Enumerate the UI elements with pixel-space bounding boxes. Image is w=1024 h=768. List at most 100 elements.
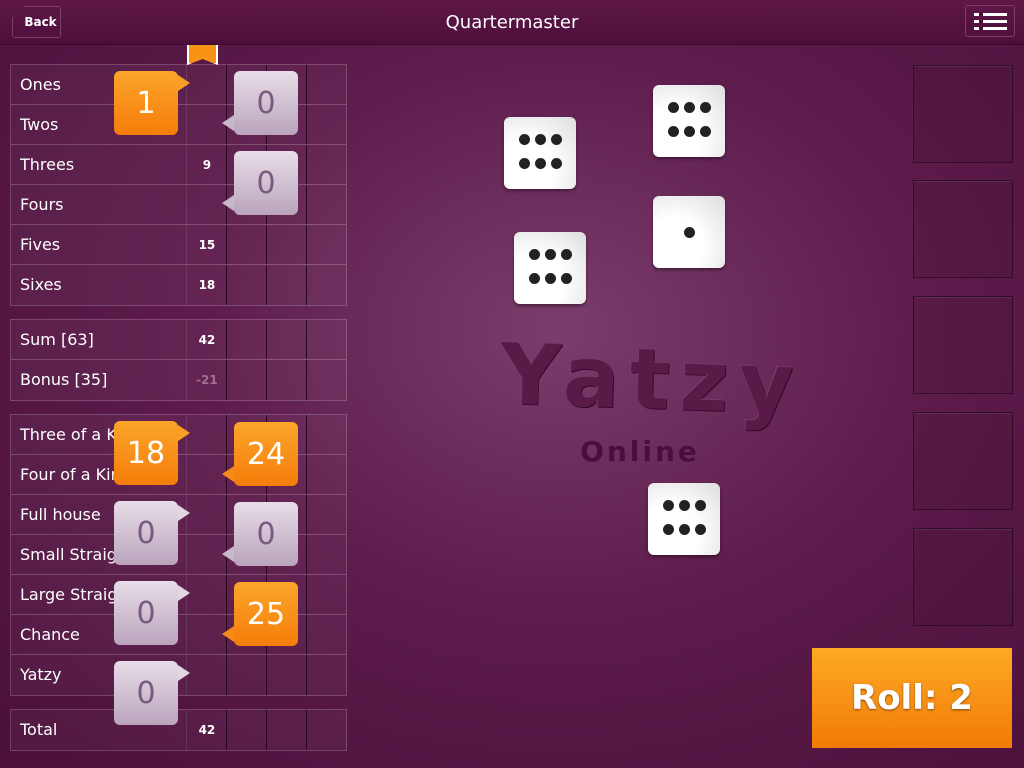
score-cell[interactable]: [306, 415, 346, 454]
score-row[interactable]: Total 42: [11, 710, 346, 750]
logo-yatzy: Yatzy: [498, 325, 806, 434]
score-cell[interactable]: [186, 575, 226, 614]
pip: [668, 102, 679, 113]
score-cell[interactable]: [266, 655, 306, 695]
score-cell[interactable]: [306, 655, 346, 695]
score-cell[interactable]: [306, 615, 346, 654]
score-suggestion-bubble[interactable]: 0: [222, 71, 298, 135]
score-suggestion-bubble[interactable]: 1: [114, 71, 190, 135]
score-cell[interactable]: 42: [186, 320, 226, 359]
pip: [684, 126, 695, 137]
score-cell[interactable]: [306, 225, 346, 264]
logo-online: Online: [580, 435, 700, 468]
score-cell[interactable]: [186, 415, 226, 454]
score-cell[interactable]: [186, 655, 226, 695]
score-cell[interactable]: [266, 710, 306, 750]
score-cell[interactable]: [306, 265, 346, 305]
score-cell[interactable]: [226, 320, 266, 359]
score-cell[interactable]: [186, 615, 226, 654]
score-cell[interactable]: [306, 495, 346, 534]
held-die-slot[interactable]: [913, 528, 1013, 626]
pip: [700, 126, 711, 137]
score-cell[interactable]: [226, 265, 266, 305]
row-label: Fours: [20, 195, 64, 214]
die-6-icon[interactable]: [504, 117, 576, 189]
die-6-icon[interactable]: [648, 483, 720, 555]
score-cell[interactable]: [306, 105, 346, 144]
score-suggestion-bubble[interactable]: 0: [222, 502, 298, 566]
pip: [700, 102, 711, 113]
score-cell[interactable]: [226, 710, 266, 750]
held-die-slot[interactable]: [913, 412, 1013, 510]
score-cell[interactable]: [226, 360, 266, 400]
bonus-section: Sum [63] 42 Bonus [35] -21: [10, 319, 347, 401]
pip: [545, 273, 556, 284]
menu-button[interactable]: [965, 5, 1015, 37]
score-cell[interactable]: [226, 225, 266, 264]
score-row[interactable]: Sum [63] 42: [11, 320, 346, 360]
score-cell[interactable]: [306, 360, 346, 400]
total-section: Total 42: [10, 709, 347, 751]
score-cell[interactable]: [266, 360, 306, 400]
score-suggestion-bubble[interactable]: 25: [222, 582, 298, 646]
roll-button[interactable]: Roll: 2: [812, 648, 1012, 748]
score-suggestion-bubble[interactable]: 18: [114, 421, 190, 485]
die-1-icon[interactable]: [653, 196, 725, 268]
score-suggestion-bubble[interactable]: 0: [222, 151, 298, 215]
held-die-slot[interactable]: [913, 180, 1013, 278]
score-cell[interactable]: [306, 535, 346, 574]
score-cell[interactable]: [306, 320, 346, 359]
pip: [561, 249, 572, 260]
pip: [679, 524, 690, 535]
score-cell[interactable]: [306, 710, 346, 750]
pip: [519, 134, 530, 145]
pip: [695, 524, 706, 535]
score-cell[interactable]: [306, 145, 346, 184]
score-cell[interactable]: [306, 575, 346, 614]
score-row[interactable]: Bonus [35] -21: [11, 360, 346, 400]
pip: [663, 524, 674, 535]
pip: [529, 249, 540, 260]
score-cell[interactable]: 18: [186, 265, 226, 305]
pip: [535, 134, 546, 145]
pip: [519, 158, 530, 169]
page-title: Quartermaster: [445, 12, 579, 33]
score-cell[interactable]: [186, 495, 226, 534]
score-cell[interactable]: [306, 455, 346, 494]
score-cell[interactable]: 42: [186, 710, 226, 750]
score-row[interactable]: Fives 15: [11, 225, 346, 265]
score-cell[interactable]: [266, 320, 306, 359]
score-cell[interactable]: 9: [186, 145, 226, 184]
held-die-slot[interactable]: [913, 65, 1013, 163]
pip: [684, 102, 695, 113]
score-cell[interactable]: [306, 65, 346, 104]
pip: [668, 126, 679, 137]
score-cell[interactable]: [306, 185, 346, 224]
pip: [551, 158, 562, 169]
score-cell[interactable]: -21: [186, 360, 226, 400]
score-cell[interactable]: [186, 65, 226, 104]
score-cell[interactable]: [266, 225, 306, 264]
pip: [663, 500, 674, 511]
die-6-icon[interactable]: [653, 85, 725, 157]
pip: [561, 273, 572, 284]
score-suggestion-bubble[interactable]: 0: [114, 661, 190, 725]
score-cell[interactable]: [186, 535, 226, 574]
score-cell[interactable]: [186, 185, 226, 224]
score-cell[interactable]: [266, 265, 306, 305]
score-suggestion-bubble[interactable]: 24: [222, 422, 298, 486]
score-cell[interactable]: 15: [186, 225, 226, 264]
row-label: Bonus [35]: [20, 370, 108, 389]
score-suggestion-bubble[interactable]: 0: [114, 501, 190, 565]
pip: [695, 500, 706, 511]
score-suggestion-bubble[interactable]: 0: [114, 581, 190, 645]
die-6-icon[interactable]: [514, 232, 586, 304]
score-cell[interactable]: [186, 105, 226, 144]
score-cell[interactable]: [226, 655, 266, 695]
held-die-slot[interactable]: [913, 296, 1013, 394]
score-row[interactable]: Sixes 18: [11, 265, 346, 305]
pip: [679, 500, 690, 511]
row-label: Threes: [20, 155, 75, 174]
score-cell[interactable]: [186, 455, 226, 494]
row-label: Fives: [20, 235, 61, 254]
